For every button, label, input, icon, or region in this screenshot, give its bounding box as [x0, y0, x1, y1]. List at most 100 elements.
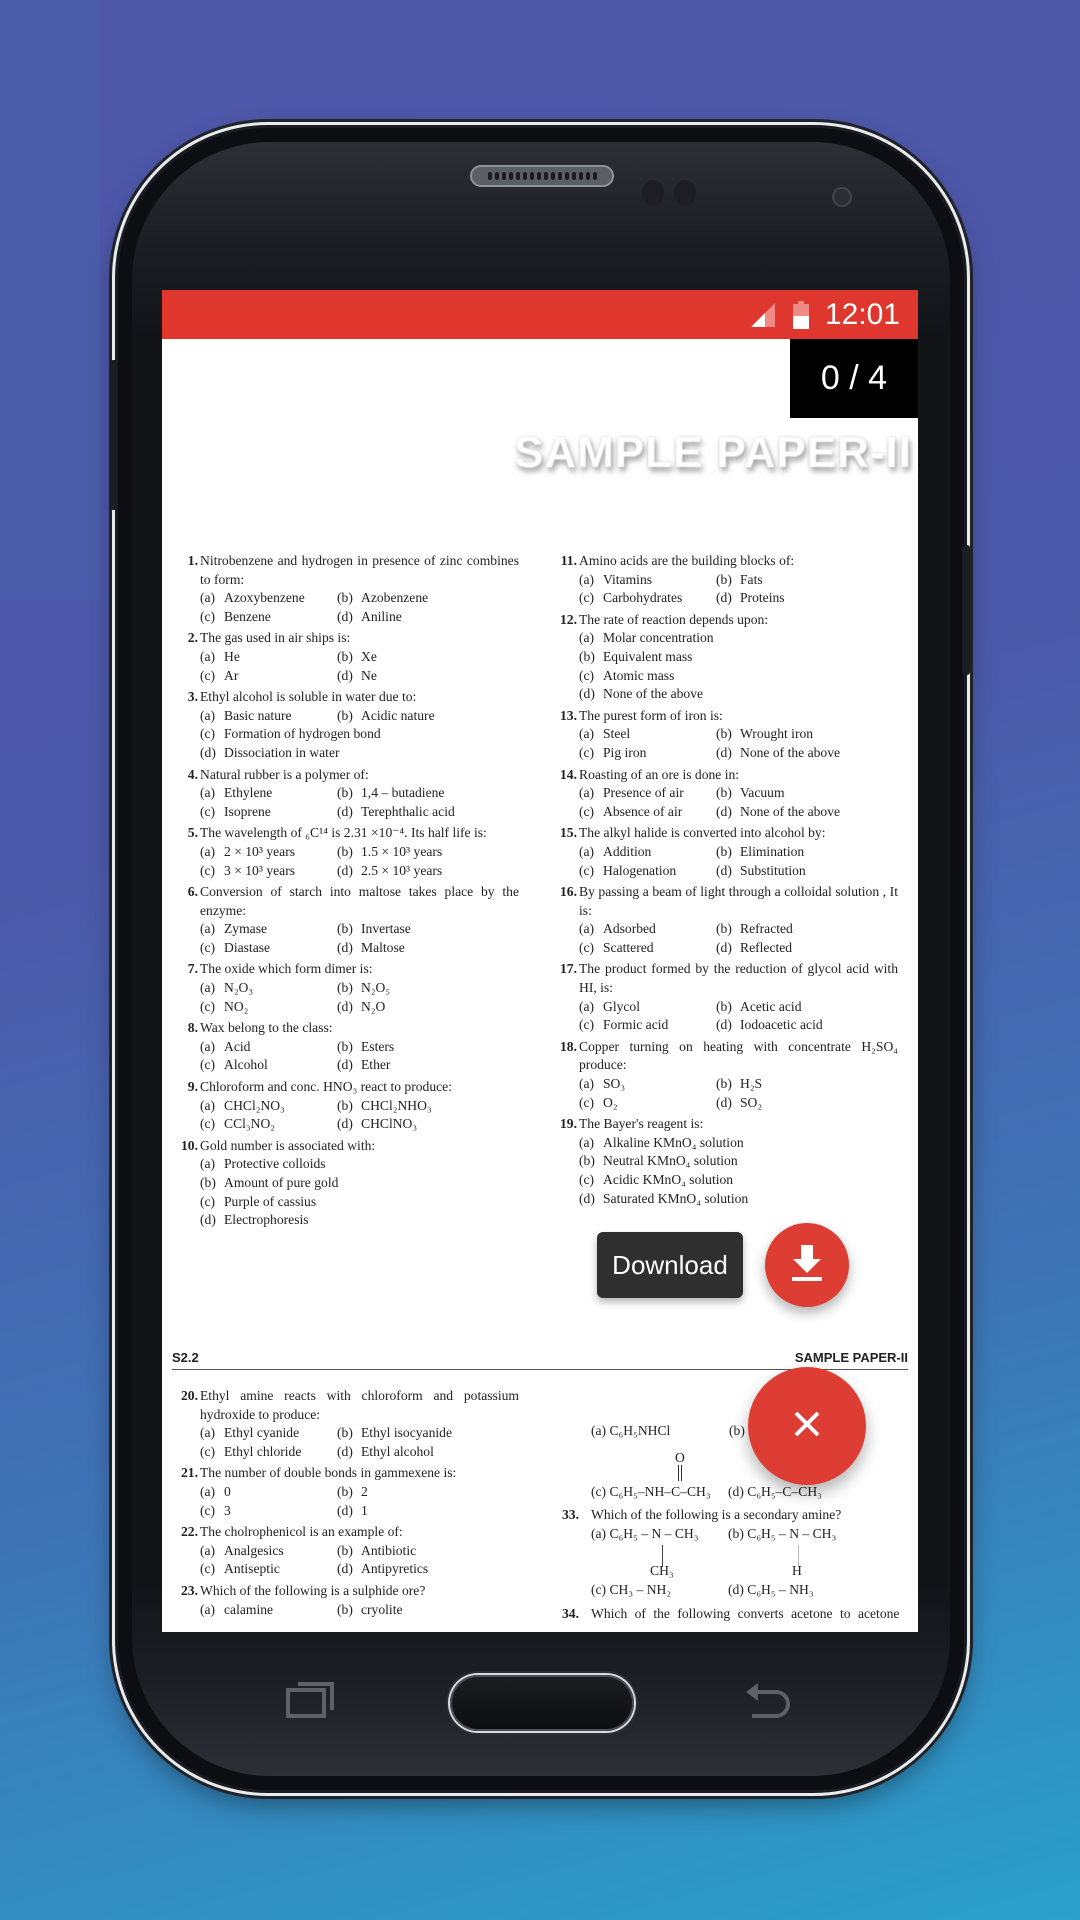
answer-option: (d) Antipyretics — [337, 1560, 519, 1579]
answer-option: (d) None of the above — [716, 803, 898, 822]
answer-option: (b) Refracted — [716, 920, 898, 939]
option-letter: (a) — [579, 921, 595, 937]
question-number: 1. — [187, 553, 198, 568]
option-text: Purple of cassius — [224, 1193, 317, 1209]
recent-apps-icon[interactable] — [286, 1680, 336, 1720]
screen: 12:01 0 / 4 SAMPLE PAPER-II 1. Nitrobenze… — [162, 290, 918, 1632]
option-text: Alkaline KMnO₄ solution — [603, 1134, 744, 1150]
option-letter: (a) — [200, 1425, 216, 1441]
answer-option: (d) SO₂ — [716, 1094, 898, 1113]
option-letter: (b) — [579, 648, 595, 664]
answer-option: (a) Acid — [200, 1038, 337, 1057]
answer-option: (c) Alcohol — [200, 1056, 337, 1075]
option-letter: (d) — [337, 608, 353, 624]
option-letter: (d) — [200, 1212, 216, 1228]
option-text: Formic acid — [603, 1017, 669, 1033]
options-list: (a) Azoxybenzene (b) Azobenzene (c) Benzene (d… — [200, 589, 519, 626]
option-letter: (a) — [579, 998, 595, 1014]
option-text: Ethyl alcohol — [361, 1443, 434, 1459]
question-text: Ethyl alcohol is soluble in water due to… — [200, 689, 417, 705]
options-list: (a) Zymase (b) Invertase (c) Diastase (d) Malto… — [200, 920, 519, 957]
option-text: Electrophoresis — [224, 1212, 309, 1228]
option-text: Ethyl chloride — [224, 1443, 302, 1459]
question-item: 20. Ethyl amine reacts with chloroform an… — [174, 1387, 519, 1461]
option-text: Acetic acid — [740, 998, 802, 1014]
option-text: Isoprene — [224, 803, 271, 819]
answer-option: (a) Analgesics — [200, 1542, 337, 1561]
option-letter: (a) — [200, 1601, 216, 1617]
options-list: (a) N₂O₃ (b) N₂O₅ (c) NO₂ (d) N₂O — [200, 979, 519, 1016]
question-item: 15. The alkyl halide is converted into al… — [553, 824, 898, 880]
option-letter: (b) — [337, 921, 353, 937]
option-letter: (c) — [200, 726, 216, 742]
answer-option: (a) Steel — [579, 725, 716, 744]
question-item: 3. Ethyl alcohol is soluble in water due … — [174, 688, 519, 762]
option-text: CCl₃NO₂ — [224, 1116, 276, 1132]
option-letter: (c) — [200, 1057, 216, 1073]
close-fab[interactable] — [748, 1367, 866, 1485]
download-label-button[interactable]: Download — [597, 1232, 743, 1298]
question-text: Amino acids are the building blocks of: — [579, 553, 795, 568]
options-list: (a) Presence of air (b) Vacuum (c) Absence of… — [579, 784, 898, 821]
option-letter: (b) — [716, 726, 732, 742]
answer-option: (d) None of the above — [579, 685, 898, 704]
option-letter: (d) — [716, 939, 732, 955]
download-fab[interactable] — [765, 1223, 849, 1307]
answer-option: (a) Vitamins — [579, 571, 716, 590]
question-number: 22. — [181, 1524, 198, 1540]
option-text: Saturated KMnO₄ solution — [603, 1190, 749, 1206]
question-text: Gold number is associated with: — [200, 1137, 376, 1153]
option-letter: (a) — [200, 1156, 216, 1172]
option-letter: (c) — [579, 1017, 595, 1033]
option-letter: (b) — [337, 1483, 353, 1499]
option-text: Fats — [740, 571, 763, 587]
answer-option: (c) Scattered — [579, 939, 716, 958]
option-text: H₂S — [740, 1076, 763, 1092]
option-text: Alcohol — [224, 1057, 268, 1073]
answer-option: (c) 3 × 10³ years — [200, 862, 337, 881]
answer-option: (b) H₂S — [716, 1075, 898, 1094]
page-number: S2.2 — [172, 1350, 199, 1365]
power-button — [962, 545, 970, 675]
back-icon[interactable] — [744, 1680, 794, 1720]
answer-option: (d) Substitution — [716, 862, 898, 881]
answer-option: (d) Electrophoresis — [200, 1211, 519, 1230]
answer-option: (d) Dissociation in water — [200, 744, 519, 763]
light-sensor — [674, 180, 696, 206]
close-icon — [793, 1410, 821, 1443]
answer-option: (d) Iodoacetic acid — [716, 1016, 898, 1035]
answer-option: (d) 2.5 × 10³ years — [337, 862, 519, 881]
option-letter: (c) — [200, 939, 216, 955]
home-button[interactable] — [450, 1675, 634, 1731]
proximity-sensor — [642, 180, 664, 206]
option-text: 2 × 10³ years — [224, 843, 296, 859]
option-letter: (a) — [579, 785, 595, 801]
options-list: (a) Ethylene (b) 1,4 – butadiene (c) Isoprene… — [200, 784, 519, 821]
question-text: The rate of reaction depends upon: — [579, 611, 769, 627]
option-text: Iodoacetic acid — [740, 1017, 823, 1033]
answer-option: (a) Protective colloids — [200, 1155, 519, 1174]
question-text: Chloroform and conc. HNO₃ react to produ… — [200, 1079, 452, 1095]
options-list: (a) Ethyl cyanide (b) Ethyl isocyanide (c) Et… — [200, 1424, 519, 1461]
option-letter: (d) — [716, 1094, 732, 1110]
answer-option: (b) Vacuum — [716, 784, 898, 803]
options-list: (a) 2 × 10³ years (b) 1.5 × 10³ years (c) 3 ×… — [200, 843, 519, 880]
question-number: 13. — [560, 707, 577, 723]
answer-option: (c) Carbohydrates — [579, 589, 716, 608]
question-text: Ethyl amine reacts with chloroform and p… — [200, 1388, 519, 1422]
question-item: 7. The oxide which form dimer is: (a) N₂O₃(… — [174, 960, 519, 1016]
option-text: Adsorbed — [603, 921, 656, 937]
option-text: 3 — [224, 1502, 231, 1518]
option-letter: (a) — [200, 1038, 216, 1054]
option-letter: (c) — [200, 667, 216, 683]
question-number: 6. — [187, 884, 198, 900]
option-text: Antipyretics — [361, 1561, 429, 1577]
answer-option: (b) cryolite — [337, 1601, 519, 1620]
answer-option: (a) CHCl₂NO₃ — [200, 1097, 337, 1116]
option-text: None of the above — [603, 686, 704, 702]
option-letter: (d) — [337, 1116, 353, 1132]
question-number: 4. — [187, 766, 198, 782]
answer-option: (d) None of the above — [716, 744, 898, 763]
answer-option: (d) Ether — [337, 1056, 519, 1075]
option-letter: (d) — [337, 1561, 353, 1577]
